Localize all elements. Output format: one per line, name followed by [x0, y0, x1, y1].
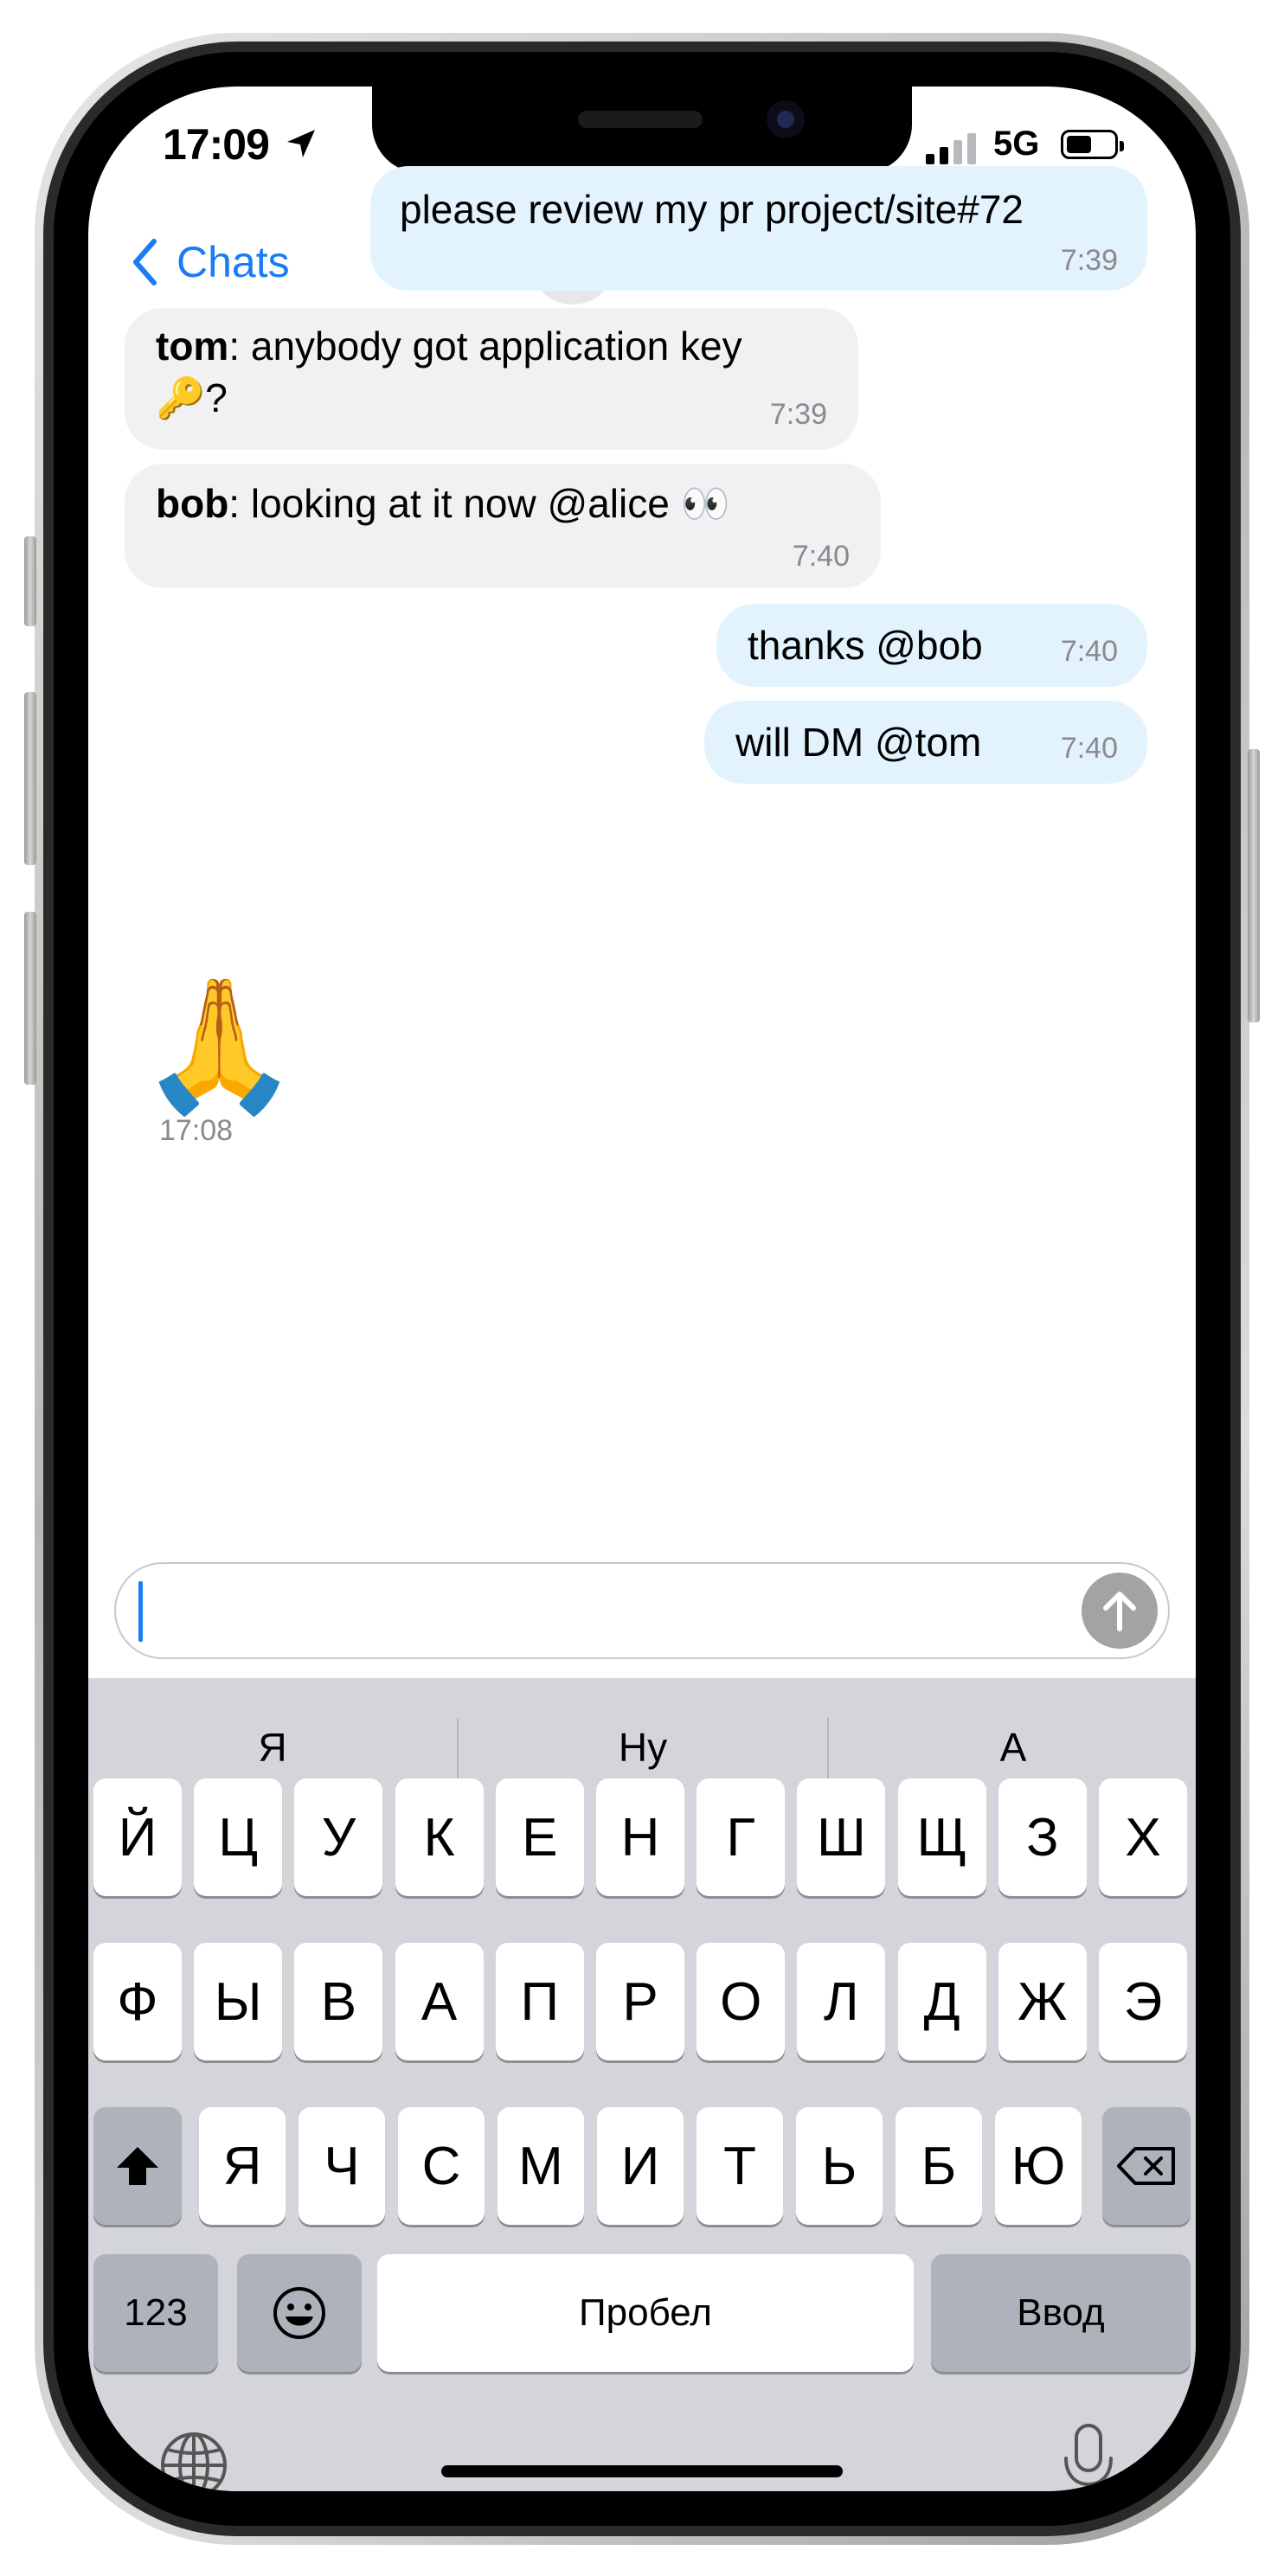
- suggestion-1[interactable]: Я: [88, 1704, 457, 1791]
- back-label: Chats: [177, 238, 290, 286]
- key-row2-7[interactable]: О: [697, 1943, 786, 2060]
- message-time: 7:40: [1060, 635, 1118, 668]
- phone-screen: 17:09 5G Chats team please review my pr …: [88, 87, 1196, 2491]
- message-text: thanks @bob: [748, 623, 983, 668]
- silent-switch: [24, 536, 36, 626]
- key-row2-3[interactable]: В: [294, 1943, 383, 2060]
- front-camera: [767, 100, 805, 138]
- message-body-line2: 🔑?: [156, 375, 228, 420]
- key-row2-4[interactable]: А: [395, 1943, 484, 2060]
- back-button[interactable]: Chats: [132, 232, 290, 292]
- network-type: 5G: [993, 125, 1040, 163]
- volume-up-button: [24, 692, 36, 865]
- numbers-key[interactable]: 123: [93, 2254, 218, 2372]
- key-row3-5[interactable]: И: [597, 2107, 684, 2225]
- message-time: 7:39: [1060, 244, 1118, 277]
- key-row1-5[interactable]: Е: [495, 1778, 584, 1896]
- volume-down-button: [24, 912, 36, 1085]
- power-button: [1248, 749, 1260, 1022]
- battery-icon: [1061, 130, 1124, 159]
- keyboard: Я Ну А ЙЦУКЕНГШЩЗХ ФЫВАПРОЛДЖЭ ЯЧСМИТЬБЮ…: [88, 1678, 1196, 2491]
- shift-key[interactable]: [93, 2107, 182, 2225]
- message-bubble-incoming[interactable]: bob: looking at it now @alice 👀 7:40: [125, 464, 881, 588]
- backspace-key[interactable]: [1102, 2107, 1191, 2225]
- key-row2-6[interactable]: Р: [596, 1943, 684, 2060]
- key-row3-7[interactable]: Ь: [796, 2107, 883, 2225]
- shift-icon: [117, 2147, 158, 2185]
- key-row2-9[interactable]: Д: [897, 1943, 986, 2060]
- cellular-signal-icon: [926, 133, 986, 164]
- message-text: please review my pr project/site#72: [400, 187, 1024, 232]
- key-row3-4[interactable]: М: [498, 2107, 584, 2225]
- key-row1-3[interactable]: У: [294, 1778, 383, 1896]
- location-arrow-icon: [287, 130, 315, 157]
- message-time: 7:39: [769, 398, 827, 431]
- message-body: : anybody got application key: [228, 324, 742, 368]
- message-bubble-outgoing[interactable]: thanks @bob 7:40: [716, 604, 1147, 687]
- key-row1-2[interactable]: Ц: [194, 1778, 283, 1896]
- key-row1-4[interactable]: К: [395, 1778, 484, 1896]
- home-indicator: [441, 2465, 843, 2477]
- message-bubble-incoming[interactable]: tom: anybody got application key 🔑? 7:39: [125, 308, 858, 450]
- send-arrow-icon: [1103, 1592, 1136, 1631]
- notch: [372, 87, 912, 173]
- chevron-left-icon: [133, 239, 157, 285]
- emoji-message[interactable]: 🙏: [138, 976, 300, 1114]
- suggestion-3[interactable]: А: [829, 1704, 1196, 1791]
- message-input[interactable]: [114, 1562, 1170, 1659]
- message-text: tom: anybody got application key 🔑?: [156, 320, 742, 424]
- key-row3-9[interactable]: Ю: [995, 2107, 1082, 2225]
- key-row1-11[interactable]: Х: [1099, 1778, 1187, 1896]
- text-cursor: [138, 1581, 143, 1642]
- key-row1-6[interactable]: Н: [596, 1778, 684, 1896]
- key-row2-1[interactable]: Ф: [93, 1943, 182, 2060]
- space-key[interactable]: Пробел: [377, 2254, 914, 2372]
- key-row3-6[interactable]: Т: [697, 2107, 783, 2225]
- message-text: bob: looking at it now @alice 👀: [156, 477, 730, 529]
- backspace-icon: [1117, 2147, 1175, 2185]
- emoji-key[interactable]: [237, 2254, 362, 2372]
- message-sender: tom: [156, 324, 229, 368]
- key-row1-9[interactable]: Щ: [897, 1778, 986, 1896]
- message-body: : looking at it now @alice 👀: [228, 481, 730, 526]
- suggestion-2[interactable]: Ну: [459, 1704, 827, 1791]
- key-row3-2[interactable]: Ч: [299, 2107, 385, 2225]
- key-row1-8[interactable]: Ш: [797, 1778, 886, 1896]
- status-time: 17:09: [163, 120, 270, 169]
- microphone-icon[interactable]: [1061, 2422, 1116, 2491]
- message-time: 7:40: [792, 540, 850, 573]
- return-key[interactable]: Ввод: [931, 2254, 1191, 2372]
- message-time: 7:40: [1060, 732, 1118, 765]
- key-row3-1[interactable]: Я: [199, 2107, 286, 2225]
- message-bubble-outgoing[interactable]: please review my pr project/site#72 7:39: [370, 166, 1147, 291]
- key-row3-8[interactable]: Б: [896, 2107, 982, 2225]
- key-row3-3[interactable]: С: [398, 2107, 485, 2225]
- globe-icon[interactable]: [157, 2429, 230, 2491]
- key-row1-1[interactable]: Й: [93, 1778, 182, 1896]
- message-text: will DM @tom: [735, 720, 982, 765]
- key-row2-5[interactable]: П: [495, 1943, 584, 2060]
- message-bubble-outgoing[interactable]: will DM @tom 7:40: [704, 701, 1147, 784]
- send-button[interactable]: [1082, 1573, 1158, 1649]
- key-row2-11[interactable]: Э: [1099, 1943, 1187, 2060]
- key-row2-10[interactable]: Ж: [998, 1943, 1087, 2060]
- key-row1-10[interactable]: З: [998, 1778, 1087, 1896]
- emoji-icon: [273, 2287, 325, 2339]
- key-row2-8[interactable]: Л: [797, 1943, 886, 2060]
- speaker: [578, 111, 703, 128]
- key-row1-7[interactable]: Г: [697, 1778, 786, 1896]
- message-time: 17:08: [159, 1114, 234, 1147]
- message-sender: bob: [156, 481, 229, 526]
- key-row2-2[interactable]: Ы: [194, 1943, 283, 2060]
